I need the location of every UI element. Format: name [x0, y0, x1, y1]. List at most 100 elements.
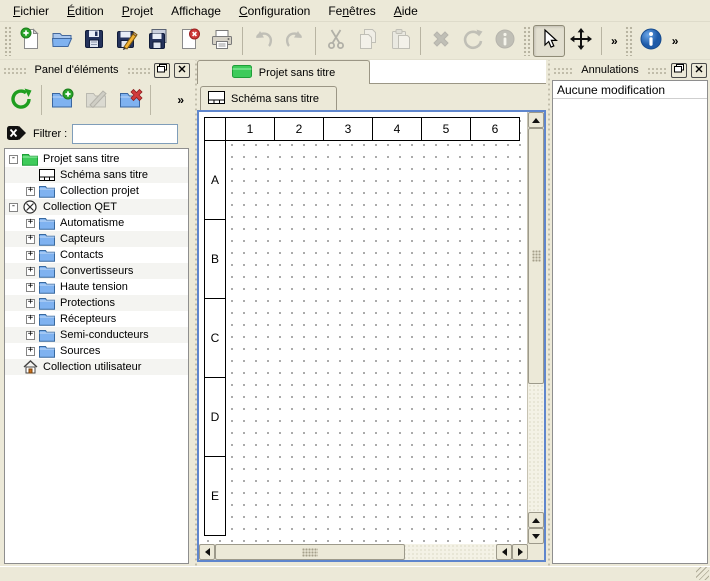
toolbar-drag-handle[interactable] — [523, 26, 531, 56]
edit-category-button[interactable] — [79, 83, 113, 117]
scroll-right-button[interactable] — [512, 544, 528, 560]
menu-aide[interactable]: Aide — [385, 1, 427, 21]
collapse-expander[interactable] — [9, 155, 18, 164]
tree-item-collection-qet[interactable]: Collection QET — [5, 199, 188, 215]
save-as-button[interactable] — [110, 25, 142, 57]
save-button[interactable] — [78, 25, 110, 57]
close-icon — [695, 64, 703, 76]
tree-item-recepteurs[interactable]: Récepteurs — [5, 311, 188, 327]
scroll-left-button[interactable] — [496, 544, 512, 560]
tree-item-protections[interactable]: Protections — [5, 295, 188, 311]
new-category-button[interactable] — [45, 83, 79, 117]
toolbar-drag-handle[interactable] — [4, 26, 12, 56]
expand-expander[interactable] — [26, 299, 35, 308]
delete-button[interactable] — [425, 25, 457, 57]
tree-item-convertisseurs[interactable]: Convertisseurs — [5, 263, 188, 279]
scroll-track[interactable] — [405, 544, 496, 560]
close-file-button[interactable] — [174, 25, 206, 57]
scroll-left-button[interactable] — [199, 544, 215, 560]
window-resize-grip[interactable] — [696, 567, 709, 580]
schema-tab-label: Schéma sans titre — [231, 93, 319, 105]
dock-drag-handle[interactable] — [553, 66, 573, 75]
menu-projet[interactable]: Projet — [113, 1, 162, 21]
panel-overflow-button[interactable]: » — [172, 93, 189, 107]
open-button[interactable] — [46, 25, 78, 57]
undo-list-item[interactable]: Aucune modification — [553, 81, 707, 99]
expand-expander[interactable] — [26, 219, 35, 228]
new-document-button[interactable] — [14, 25, 46, 57]
redo-button[interactable] — [279, 25, 311, 57]
tree-item-projet-sans-titre[interactable]: Projet sans titre — [5, 151, 188, 167]
menu-affichage[interactable]: Affichage — [162, 1, 230, 21]
collapse-expander[interactable] — [9, 203, 18, 212]
expand-expander[interactable] — [26, 347, 35, 356]
pan-mode-button[interactable] — [565, 25, 597, 57]
toolbar-overflow-button[interactable]: » — [606, 34, 623, 48]
tree-item-collection-utilisateur[interactable]: Collection utilisateur — [5, 359, 188, 375]
column-header: 2 — [275, 117, 324, 141]
arrow-right-icon — [518, 548, 523, 556]
menu-fichier[interactable]: Fichier — [4, 1, 58, 21]
dock-float-button[interactable] — [671, 63, 687, 78]
cut-button[interactable] — [320, 25, 352, 57]
tree-item-haute-tension[interactable]: Haute tension — [5, 279, 188, 295]
info-button[interactable] — [489, 25, 521, 57]
tree-item-contacts[interactable]: Contacts — [5, 247, 188, 263]
tree-item-capteurs[interactable]: Capteurs — [5, 231, 188, 247]
tree-item-automatisme[interactable]: Automatisme — [5, 215, 188, 231]
tab-schema-sans-titre[interactable]: Schéma sans titre — [200, 86, 337, 110]
dock-drag-handle[interactable] — [647, 66, 667, 75]
horizontal-scroll-thumb[interactable] — [215, 544, 405, 560]
dock-drag-handle[interactable] — [127, 66, 150, 75]
copy-button[interactable] — [352, 25, 384, 57]
expand-expander[interactable] — [26, 331, 35, 340]
dock-close-button[interactable] — [691, 63, 707, 78]
undo-history-list: Aucune modification — [552, 80, 708, 564]
tree-item-collection-projet[interactable]: Collection projet — [5, 183, 188, 199]
expand-expander[interactable] — [26, 235, 35, 244]
toolbar-overflow-button[interactable]: » — [667, 34, 684, 48]
menu-fenetres[interactable]: Fenêtres — [319, 1, 384, 21]
rotate-button[interactable] — [457, 25, 489, 57]
menu-configuration[interactable]: Configuration — [230, 1, 319, 21]
expand-expander[interactable] — [26, 267, 35, 276]
expand-expander[interactable] — [26, 251, 35, 260]
dock-close-button[interactable] — [174, 63, 190, 78]
tree-item-sources[interactable]: Sources — [5, 343, 188, 359]
schema-icon — [208, 91, 225, 107]
status-bar — [0, 566, 710, 581]
vertical-scrollbar[interactable] — [528, 112, 544, 544]
diagram-info-button[interactable] — [635, 25, 667, 57]
schema-subwindow: 1 2 3 4 5 6 A B C D E — [197, 110, 546, 562]
vertical-scroll-thumb[interactable] — [528, 128, 544, 384]
menu-edition[interactable]: Édition — [58, 1, 113, 21]
selection-mode-button[interactable] — [533, 25, 565, 57]
toolbar-drag-handle[interactable] — [625, 26, 633, 56]
row-header: D — [204, 378, 226, 457]
thumb-grip — [532, 250, 541, 262]
dock-drag-handle[interactable] — [3, 66, 26, 75]
home-icon — [22, 361, 38, 374]
save-all-button[interactable] — [142, 25, 174, 57]
diagram-canvas[interactable]: 1 2 3 4 5 6 A B C D E — [199, 112, 528, 544]
toolbar-separator — [315, 27, 316, 55]
expand-expander[interactable] — [26, 187, 35, 196]
scroll-down-button[interactable] — [528, 528, 544, 544]
paste-button[interactable] — [384, 25, 416, 57]
clear-filter-button[interactable] — [6, 124, 28, 145]
print-button[interactable] — [206, 25, 238, 57]
tab-projet-sans-titre[interactable]: Projet sans titre — [197, 60, 370, 84]
delete-category-button[interactable] — [113, 83, 147, 117]
scroll-up-button[interactable] — [528, 112, 544, 128]
horizontal-scrollbar[interactable] — [199, 544, 528, 560]
tree-item-semi-conducteurs[interactable]: Semi-conducteurs — [5, 327, 188, 343]
reload-collections-button[interactable] — [4, 83, 38, 117]
dock-float-button[interactable] — [154, 63, 170, 78]
expand-expander[interactable] — [26, 315, 35, 324]
folder-add-icon — [49, 86, 75, 115]
expand-expander[interactable] — [26, 283, 35, 292]
scroll-up-button[interactable] — [528, 512, 544, 528]
filter-input[interactable] — [72, 124, 178, 144]
tree-item-schema-sans-titre[interactable]: Schéma sans titre — [5, 167, 188, 183]
undo-button[interactable] — [247, 25, 279, 57]
